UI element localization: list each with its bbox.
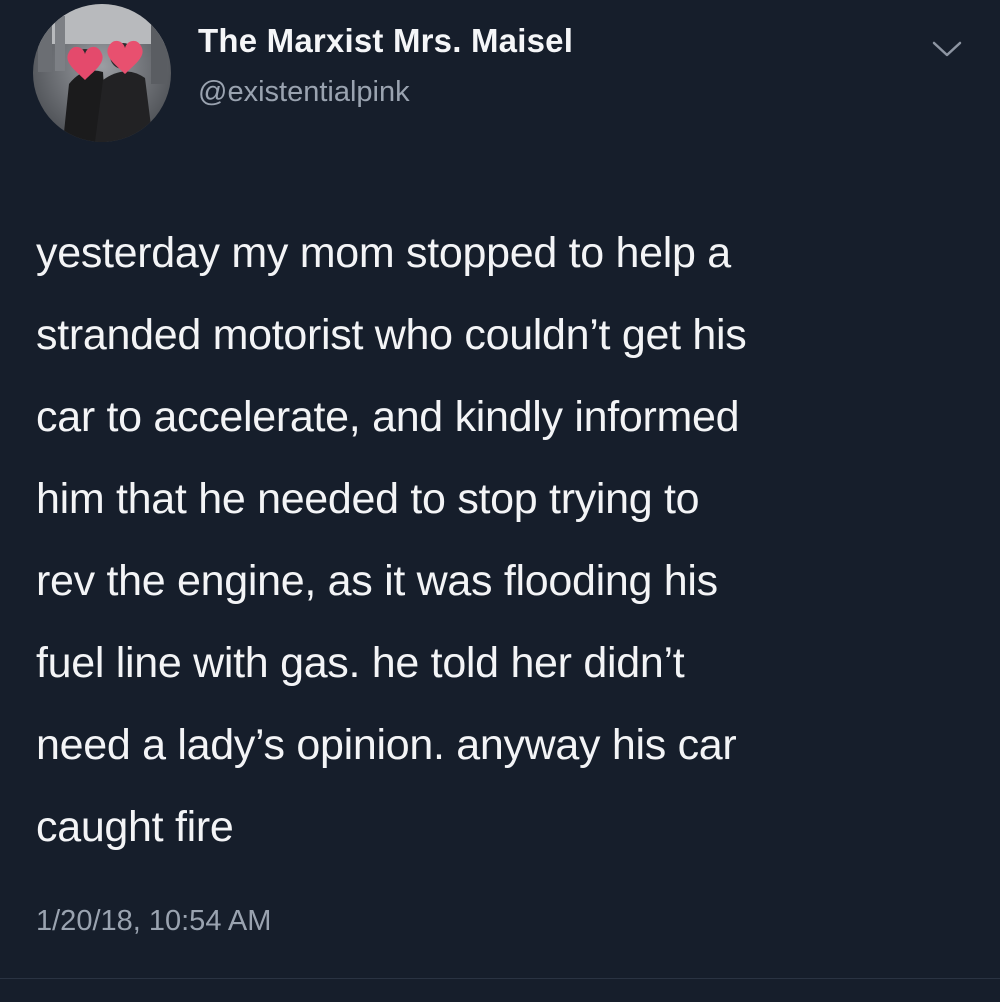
tweet-text-line: stranded motorist who couldn’t get his [36,311,747,359]
tweet-card: The Marxist Mrs. Maisel @existentialpink… [0,0,1000,1002]
divider [0,978,1000,979]
tweet-timestamp[interactable]: 1/20/18, 10:54 AM [36,905,271,938]
tweet-text-line: him that he needed to stop trying to [36,475,700,523]
tweet-text-line: need a lady’s opinion. anyway his car [36,721,737,769]
tweet-text-line: rev the engine, as it was flooding his [36,557,718,605]
chevron-down-icon[interactable] [928,36,966,62]
tweet-text-line: yesterday my mom stopped to help a [36,229,731,277]
avatar-image [33,4,171,142]
avatar[interactable] [33,4,171,142]
tweet-text-line: fuel line with gas. he told her didn’t [36,639,685,687]
author-handle[interactable]: @existentialpink [198,76,410,109]
tweet-text-line: car to accelerate, and kindly informed [36,393,740,441]
tweet-text-line: caught fire [36,803,234,851]
tweet-text: yesterday my mom stopped to help a stran… [36,212,976,868]
author-name[interactable]: The Marxist Mrs. Maisel [198,22,573,60]
